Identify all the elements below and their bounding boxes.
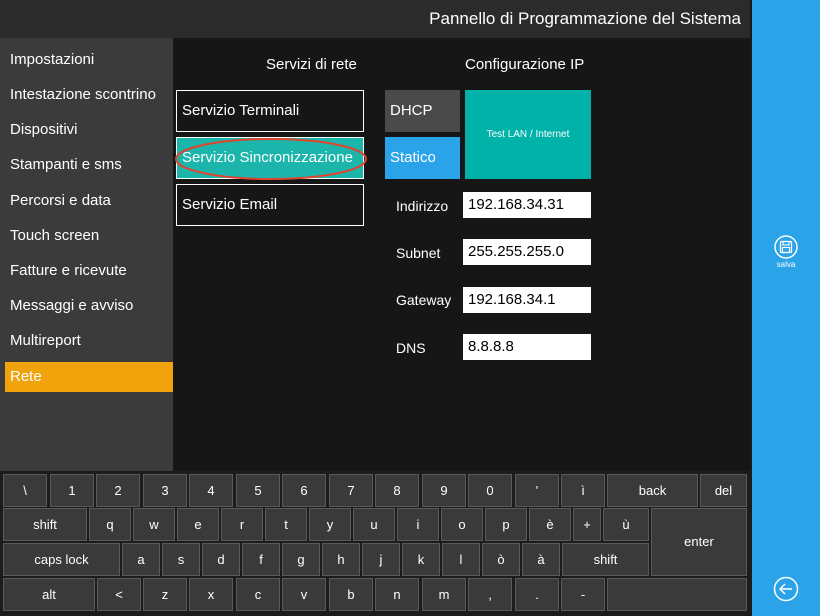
key-i[interactable]: i [397, 508, 439, 541]
key-4[interactable]: 4 [189, 474, 233, 507]
key-shift-right[interactable]: shift [562, 543, 649, 576]
sidebar-item-impostazioni[interactable]: Impostazioni [5, 45, 173, 75]
key-backslash[interactable]: \ [3, 474, 47, 507]
key-apostrophe[interactable]: ' [515, 474, 559, 507]
key-9[interactable]: 9 [422, 474, 466, 507]
key-o-grave[interactable]: ò [482, 543, 520, 576]
sidebar-item-percorsi-data[interactable]: Percorsi e data [5, 186, 173, 216]
key-d[interactable]: d [202, 543, 240, 576]
key-r[interactable]: r [221, 508, 263, 541]
key-1[interactable]: 1 [50, 474, 94, 507]
key-n[interactable]: n [375, 578, 419, 611]
static-button[interactable]: Statico [385, 137, 460, 179]
key-y[interactable]: y [309, 508, 351, 541]
key-k[interactable]: k [402, 543, 440, 576]
ipconfig-title: Configurazione IP [465, 56, 585, 73]
key-c[interactable]: c [236, 578, 280, 611]
key-2[interactable]: 2 [96, 474, 140, 507]
onscreen-keyboard: \ 1 2 3 4 5 6 7 8 9 0 ' ì back del shift… [0, 471, 752, 616]
sidebar-item-messaggi-avviso[interactable]: Messaggi e avviso [5, 291, 173, 321]
test-lan-internet-button[interactable]: Test LAN / Internet [465, 90, 591, 179]
key-b[interactable]: b [329, 578, 373, 611]
key-p[interactable]: p [485, 508, 527, 541]
key-u[interactable]: u [353, 508, 395, 541]
key-8[interactable]: 8 [375, 474, 419, 507]
dhcp-button[interactable]: DHCP [385, 90, 460, 132]
key-alt[interactable]: alt [3, 578, 95, 611]
key-enter[interactable]: enter [651, 508, 747, 576]
sidebar-item-touch-screen[interactable]: Touch screen [5, 221, 173, 251]
service-sincronizzazione-button[interactable]: Servizio Sincronizzazione [176, 137, 364, 179]
ip-address-field[interactable]: 192.168.34.31 [463, 192, 591, 218]
key-0[interactable]: 0 [468, 474, 512, 507]
key-7[interactable]: 7 [329, 474, 373, 507]
main-panel: Servizi di rete Configurazione IP Serviz… [173, 38, 750, 471]
key-comma[interactable]: , [468, 578, 512, 611]
key-o[interactable]: o [441, 508, 483, 541]
service-terminali-button[interactable]: Servizio Terminali [176, 90, 364, 132]
save-label: salva [776, 260, 796, 269]
key-f[interactable]: f [242, 543, 280, 576]
service-email-button[interactable]: Servizio Email [176, 184, 364, 226]
subnet-field[interactable]: 255.255.255.0 [463, 239, 591, 265]
key-l[interactable]: l [442, 543, 480, 576]
sidebar-item-stampanti-sms[interactable]: Stampanti e sms [5, 150, 173, 180]
key-caps-lock[interactable]: caps lock [3, 543, 120, 576]
gateway-label: Gateway [396, 292, 452, 308]
key-backspace[interactable]: back [607, 474, 698, 507]
key-period[interactable]: . [515, 578, 559, 611]
back-button[interactable] [752, 576, 820, 602]
key-g[interactable]: g [282, 543, 320, 576]
sidebar-item-intestazione-scontrino[interactable]: Intestazione scontrino [5, 80, 173, 110]
dns-field[interactable]: 8.8.8.8 [463, 334, 591, 360]
key-t[interactable]: t [265, 508, 307, 541]
subnet-label: Subnet [396, 245, 441, 261]
header-bar: Pannello di Programmazione del Sistema [0, 0, 750, 38]
key-m[interactable]: m [422, 578, 466, 611]
key-a-grave[interactable]: à [522, 543, 560, 576]
key-shift-left[interactable]: shift [3, 508, 87, 541]
dns-label: DNS [396, 340, 426, 356]
key-z[interactable]: z [143, 578, 187, 611]
ip-address-label: Indirizzo [396, 198, 449, 214]
key-s[interactable]: s [162, 543, 200, 576]
key-u-grave[interactable]: ù [603, 508, 649, 541]
key-j[interactable]: j [362, 543, 400, 576]
key-i-grave[interactable]: ì [561, 474, 605, 507]
key-6[interactable]: 6 [282, 474, 326, 507]
page-title: Pannello di Programmazione del Sistema [429, 9, 741, 28]
key-w[interactable]: w [133, 508, 175, 541]
key-5[interactable]: 5 [236, 474, 280, 507]
sidebar-item-fatture-ricevute[interactable]: Fatture e ricevute [5, 256, 173, 286]
sidebar-item-dispositivi[interactable]: Dispositivi [5, 115, 173, 145]
key-x[interactable]: x [189, 578, 233, 611]
back-arrow-icon [752, 576, 820, 602]
action-bar: salva [752, 0, 820, 616]
key-e-grave[interactable]: è [529, 508, 571, 541]
services-title: Servizi di rete [266, 56, 357, 73]
key-space[interactable] [607, 578, 747, 611]
gateway-field[interactable]: 192.168.34.1 [463, 287, 591, 313]
key-q[interactable]: q [89, 508, 131, 541]
sidebar-item-multireport[interactable]: Multireport [5, 326, 173, 356]
key-plus[interactable]: + [573, 508, 601, 541]
key-delete[interactable]: del [700, 474, 747, 507]
key-e[interactable]: e [177, 508, 219, 541]
sidebar: Impostazioni Intestazione scontrino Disp… [0, 38, 173, 471]
sidebar-item-rete[interactable]: Rete [5, 362, 173, 392]
floppy-disk-icon [752, 235, 820, 259]
key-v[interactable]: v [282, 578, 326, 611]
key-minus[interactable]: - [561, 578, 605, 611]
key-a[interactable]: a [122, 543, 160, 576]
key-h[interactable]: h [322, 543, 360, 576]
save-button[interactable]: salva [752, 235, 820, 269]
key-3[interactable]: 3 [143, 474, 187, 507]
key-less-than[interactable]: < [97, 578, 141, 611]
